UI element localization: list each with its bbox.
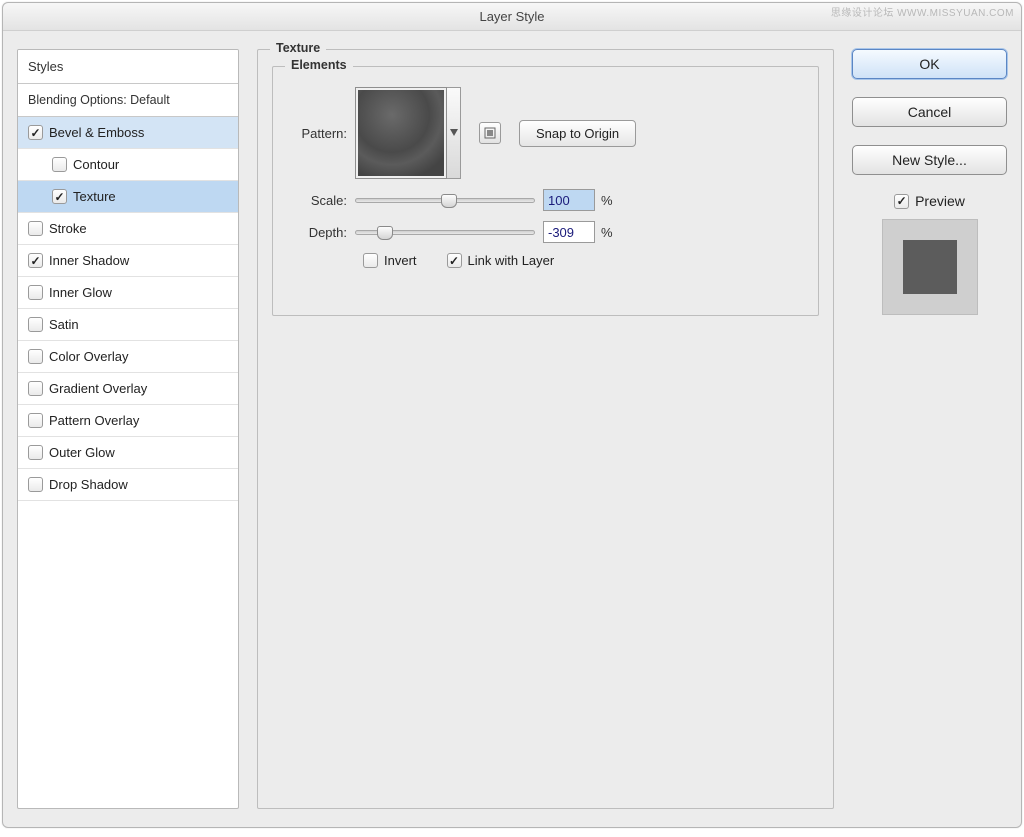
style-row-pattern-overlay[interactable]: Pattern Overlay: [18, 405, 238, 437]
style-row-label: Bevel & Emboss: [49, 125, 144, 140]
ok-button[interactable]: OK: [852, 49, 1007, 79]
style-row-label: Pattern Overlay: [49, 413, 139, 428]
texture-group: Texture Elements Pattern: Snap to Origin: [257, 49, 834, 809]
new-preset-button[interactable]: [479, 122, 501, 144]
style-row-stroke[interactable]: Stroke: [18, 213, 238, 245]
texture-legend: Texture: [270, 41, 326, 55]
checkbox-icon[interactable]: [28, 445, 43, 460]
style-row-drop-shadow[interactable]: Drop Shadow: [18, 469, 238, 501]
snap-to-origin-button[interactable]: Snap to Origin: [519, 120, 636, 147]
preview-inner: [903, 240, 957, 294]
pattern-dropdown[interactable]: [447, 87, 461, 179]
checkbox-icon[interactable]: [28, 285, 43, 300]
style-row-label: Inner Glow: [49, 285, 112, 300]
checkbox-icon[interactable]: [28, 381, 43, 396]
style-row-satin[interactable]: Satin: [18, 309, 238, 341]
style-row-contour[interactable]: Contour: [18, 149, 238, 181]
style-row-label: Outer Glow: [49, 445, 115, 460]
new-preset-icon: [484, 127, 496, 139]
checkbox-icon[interactable]: [28, 221, 43, 236]
link-label: Link with Layer: [468, 253, 555, 268]
center-panel: Texture Elements Pattern: Snap to Origin: [257, 49, 834, 809]
blending-options-row[interactable]: Blending Options: Default: [18, 84, 238, 117]
checkbox-icon[interactable]: [28, 317, 43, 332]
checkbox-icon[interactable]: [52, 189, 67, 204]
scale-slider[interactable]: [355, 192, 535, 208]
depth-row: Depth: %: [291, 221, 800, 243]
style-row-label: Drop Shadow: [49, 477, 128, 492]
right-column: OK Cancel New Style... Preview: [852, 49, 1007, 809]
style-row-label: Inner Shadow: [49, 253, 129, 268]
style-row-gradient-overlay[interactable]: Gradient Overlay: [18, 373, 238, 405]
style-row-label: Texture: [73, 189, 116, 204]
style-row-label: Satin: [49, 317, 79, 332]
elements-group: Elements Pattern: Snap to Origin S: [272, 66, 819, 316]
preview-swatch: [882, 219, 978, 315]
checkbox-icon: [363, 253, 378, 268]
depth-slider[interactable]: [355, 224, 535, 240]
pattern-row: Pattern: Snap to Origin: [291, 87, 800, 179]
checkbox-icon: [894, 194, 909, 209]
slider-thumb[interactable]: [377, 226, 393, 240]
checkbox-icon: [447, 253, 462, 268]
scale-row: Scale: %: [291, 189, 800, 211]
slider-thumb[interactable]: [441, 194, 457, 208]
scale-unit: %: [601, 193, 613, 208]
elements-legend: Elements: [285, 58, 353, 72]
new-style-button[interactable]: New Style...: [852, 145, 1007, 175]
style-row-texture[interactable]: Texture: [18, 181, 238, 213]
styles-panel: Styles Blending Options: Default Bevel &…: [17, 49, 239, 809]
scale-label: Scale:: [291, 193, 355, 208]
checkbox-icon[interactable]: [28, 349, 43, 364]
window-title: Layer Style: [479, 9, 544, 24]
layer-style-dialog: Layer Style 思缘设计论坛 WWW.MISSYUAN.COM Styl…: [2, 2, 1022, 828]
style-row-color-overlay[interactable]: Color Overlay: [18, 341, 238, 373]
checkbox-icon[interactable]: [28, 125, 43, 140]
pattern-swatch[interactable]: [355, 87, 447, 179]
style-row-inner-glow[interactable]: Inner Glow: [18, 277, 238, 309]
checkbox-icon[interactable]: [28, 477, 43, 492]
scale-input[interactable]: [543, 189, 595, 211]
watermark: 思缘设计论坛 WWW.MISSYUAN.COM: [831, 4, 1014, 19]
checks-row: Invert Link with Layer: [291, 253, 800, 268]
pattern-label: Pattern:: [291, 126, 355, 141]
style-row-label: Color Overlay: [49, 349, 128, 364]
style-row-label: Gradient Overlay: [49, 381, 147, 396]
style-row-label: Stroke: [49, 221, 87, 236]
preview-label: Preview: [915, 193, 965, 209]
link-with-layer-checkbox[interactable]: Link with Layer: [447, 253, 555, 268]
preview-checkbox[interactable]: Preview: [894, 193, 965, 209]
style-row-outer-glow[interactable]: Outer Glow: [18, 437, 238, 469]
style-row-bevel-emboss[interactable]: Bevel & Emboss: [18, 117, 238, 149]
style-row-label: Contour: [73, 157, 119, 172]
checkbox-icon[interactable]: [52, 157, 67, 172]
chevron-down-icon: [450, 129, 458, 137]
checkbox-icon[interactable]: [28, 413, 43, 428]
checkbox-icon[interactable]: [28, 253, 43, 268]
depth-input[interactable]: [543, 221, 595, 243]
invert-checkbox[interactable]: Invert: [363, 253, 417, 268]
styles-list: Bevel & Emboss Contour Texture Stroke Inner …: [18, 117, 238, 501]
depth-label: Depth:: [291, 225, 355, 240]
styles-header[interactable]: Styles: [18, 50, 238, 84]
invert-label: Invert: [384, 253, 417, 268]
cancel-button[interactable]: Cancel: [852, 97, 1007, 127]
preview-section: Preview: [852, 193, 1007, 315]
dialog-content: Styles Blending Options: Default Bevel &…: [3, 31, 1021, 827]
style-row-inner-shadow[interactable]: Inner Shadow: [18, 245, 238, 277]
depth-unit: %: [601, 225, 613, 240]
